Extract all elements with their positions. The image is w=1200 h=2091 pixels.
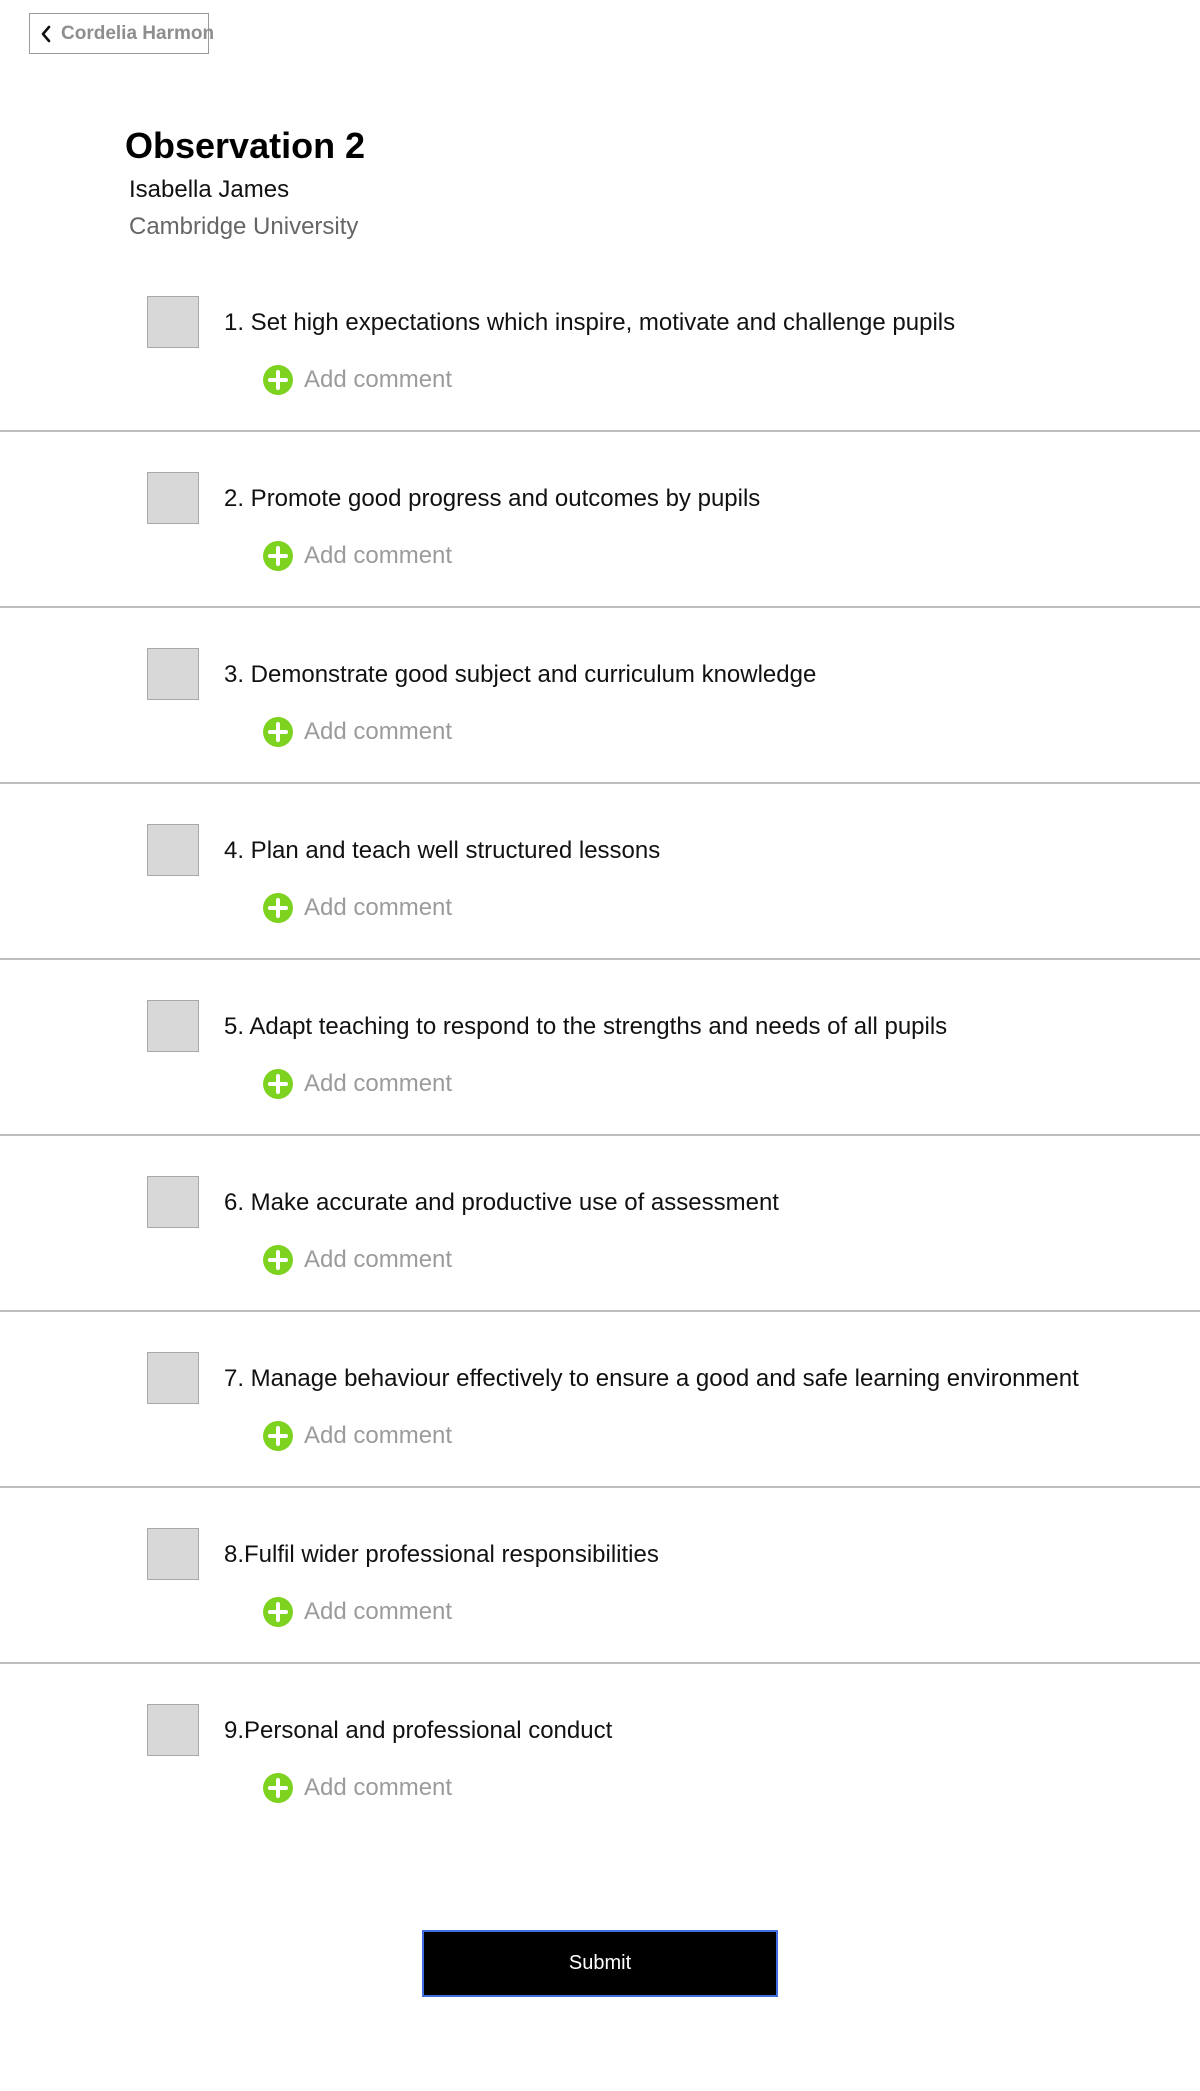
add-comment-button[interactable]: Add comment [262,1772,452,1804]
back-button[interactable]: Cordelia Harmon [29,13,214,54]
criterion-label: 4. Plan and teach well structured lesson… [224,837,661,864]
criterion-checkbox[interactable] [147,648,199,700]
add-comment-button[interactable]: Add comment [262,540,452,572]
criterion-checkbox[interactable] [147,1000,199,1052]
plus-circle-icon [262,1244,294,1276]
institution-name: Cambridge University [129,213,359,240]
add-comment-label: Add comment [304,1422,453,1449]
add-comment-button[interactable]: Add comment [262,364,452,396]
criterion-row: 1. Set high expectations which inspire, … [0,256,1200,432]
add-comment-button[interactable]: Add comment [262,1420,452,1452]
chevron-left-icon [40,25,52,43]
criterion-label: 2. Promote good progress and outcomes by… [224,485,761,512]
criterion-checkbox[interactable] [147,1528,199,1580]
criterion-label: 5. Adapt teaching to respond to the stre… [224,1013,948,1040]
criterion-checkbox[interactable] [147,296,199,348]
criterion-checkbox[interactable] [147,1352,199,1404]
plus-circle-icon [262,1068,294,1100]
criterion-label: 9.Personal and professional conduct [224,1717,613,1744]
criterion-checkbox[interactable] [147,824,199,876]
criterion-row: 8.Fulfil wider professional responsibili… [0,1488,1200,1664]
criterion-checkbox[interactable] [147,1704,199,1756]
add-comment-button[interactable]: Add comment [262,1596,452,1628]
criterion-label: 1. Set high expectations which inspire, … [224,309,956,336]
plus-circle-icon [262,1420,294,1452]
add-comment-label: Add comment [304,1774,453,1801]
plus-circle-icon [262,1772,294,1804]
criterion-row: 4. Plan and teach well structured lesson… [0,784,1200,960]
criterion-label: 6. Make accurate and productive use of a… [224,1189,779,1216]
criterion-label: 7. Manage behaviour effectively to ensur… [224,1365,1079,1392]
criterion-row: 2. Promote good progress and outcomes by… [0,432,1200,608]
add-comment-label: Add comment [304,718,453,745]
plus-circle-icon [262,540,294,572]
add-comment-button[interactable]: Add comment [262,1068,452,1100]
add-comment-label: Add comment [304,894,453,921]
student-name: Isabella James [129,176,290,203]
plus-circle-icon [262,364,294,396]
add-comment-label: Add comment [304,1246,453,1273]
plus-circle-icon [262,892,294,924]
criteria-list: 1. Set high expectations which inspire, … [0,256,1200,1840]
criterion-row: 5. Adapt teaching to respond to the stre… [0,960,1200,1136]
submit-button[interactable]: Submit [422,1930,778,1997]
add-comment-label: Add comment [304,1598,453,1625]
criterion-row: 3. Demonstrate good subject and curricul… [0,608,1200,784]
plus-circle-icon [262,1596,294,1628]
criterion-checkbox[interactable] [147,1176,199,1228]
add-comment-label: Add comment [304,1070,453,1097]
criterion-label: 8.Fulfil wider professional responsibili… [224,1541,659,1568]
add-comment-label: Add comment [304,366,453,393]
add-comment-button[interactable]: Add comment [262,716,452,748]
plus-circle-icon [262,716,294,748]
criterion-row: 7. Manage behaviour effectively to ensur… [0,1312,1200,1488]
criterion-row: 9.Personal and professional conduct Add c… [0,1664,1200,1840]
back-button-label: Cordelia Harmon [61,22,215,44]
observation-header: Observation 2 Isabella James Cambridge U… [125,128,365,241]
page-title: Observation 2 [125,125,366,166]
add-comment-button[interactable]: Add comment [262,892,452,924]
add-comment-label: Add comment [304,542,453,569]
criterion-checkbox[interactable] [147,472,199,524]
criterion-row: 6. Make accurate and productive use of a… [0,1136,1200,1312]
add-comment-button[interactable]: Add comment [262,1244,452,1276]
criterion-label: 3. Demonstrate good subject and curricul… [224,661,817,688]
